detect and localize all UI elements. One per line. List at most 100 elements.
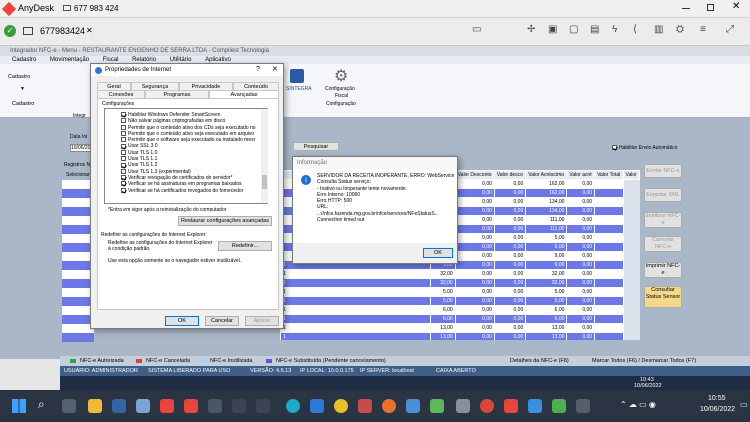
settings-checkbox[interactable] [121,124,126,130]
anydesk-taskbar-icon[interactable] [184,399,198,413]
system-clock-date[interactable]: 10/06/2022 [700,406,735,413]
consultar-status-button[interactable]: Consultar Status Sensor [644,286,682,308]
app-icon[interactable] [456,399,470,413]
record-icon[interactable]: ⟨ [633,24,637,35]
app-icon[interactable] [430,399,444,413]
table-row[interactable]: 1 32,00 0,00 0,00 32,00 0,00 [280,269,640,279]
detalhes-link[interactable]: Detalhes da NFC-e (F8) [510,356,569,366]
info-ok-button[interactable]: OK [423,248,453,258]
menu-item[interactable]: Movimentação [50,57,89,63]
anydesk-taskbar-icon[interactable] [160,399,174,413]
menu-icon[interactable]: ≡ [700,24,706,35]
monitor-select-icon[interactable]: ▢ [569,24,578,35]
app-icon[interactable] [406,399,420,413]
cancel-button[interactable]: Cancelar [205,316,239,326]
search-app-icon[interactable] [232,399,246,413]
help-icon[interactable]: ? [256,64,260,76]
settings-checkbox[interactable] [121,149,126,155]
settings-checkbox[interactable] [121,137,126,143]
fullscreen-icon[interactable]: ⤢ [726,24,734,35]
app-icon[interactable] [552,399,566,413]
cadastro-button[interactable]: Cadastro [8,74,30,80]
chrome-icon[interactable] [334,399,348,413]
grid-header-cell[interactable]: Valor Desconto [454,170,495,180]
config-fiscal-line1[interactable]: Configuração [325,86,355,92]
close-icon[interactable]: ✕ [732,1,740,12]
minimize-icon[interactable] [682,8,690,9]
display-icon[interactable]: ▣ [548,24,557,35]
grid-header-cell[interactable]: Valor desco [493,170,527,180]
settings-checkbox[interactable] [121,131,126,137]
app-icon[interactable] [112,399,126,413]
grid-header-cell[interactable]: Valor acré [566,170,596,180]
app-icon[interactable] [576,399,590,413]
session-tab-label[interactable]: 677983424 [40,26,85,36]
table-row[interactable]: 1 13,00 0,00 0,00 13,00 0,00 [280,323,640,333]
firefox-icon[interactable] [382,399,396,413]
app-icon[interactable] [504,399,518,413]
edge-icon[interactable] [286,399,300,413]
redefinir-button[interactable]: Redefinir... [218,241,272,251]
habilitar-envio-checkbox[interactable]: Habilitar Envio Automático [612,145,677,151]
search-icon[interactable]: ⌕ [38,397,45,412]
app-icon[interactable] [310,399,324,413]
settings-checkbox[interactable] [121,118,126,124]
session-close-icon[interactable]: ✕ [86,26,93,35]
transfer-icon[interactable]: ▤ [590,24,599,35]
selecionar-label[interactable]: Selecionar [66,172,90,178]
pin-icon[interactable]: ✢ [527,24,535,35]
inutilizar-nfce-button[interactable]: Inutilizar NFC-e [644,212,682,228]
restore-advanced-button[interactable]: Restaurar configurações avançadas [178,216,272,226]
table-row[interactable]: 1 32,00 0,00 0,00 32,00 0,00 [280,278,640,288]
table-row[interactable]: 1 5,00 0,00 0,00 5,00 0,00 [280,296,640,306]
app-icon[interactable] [358,399,372,413]
settings-checkbox[interactable] [121,112,126,118]
table-row[interactable]: 1 5,00 0,00 0,00 5,00 0,00 [280,287,640,297]
start-icon[interactable] [12,399,26,413]
app-icon[interactable] [136,399,150,413]
sintegra-label[interactable]: SINTEGRA [286,86,312,92]
app-icon[interactable] [208,399,222,413]
table-row[interactable]: 1 6,00 0,00 0,00 6,00 0,00 [280,314,640,324]
address-field[interactable] [72,2,184,15]
task-view-icon[interactable] [62,399,76,413]
enviar-nfce-button[interactable]: Enviar NFC-e [644,164,682,178]
system-tray[interactable]: ⌃ ☁ ▭ ◉ [620,400,656,409]
settings-scrollbar[interactable] [261,109,268,203]
notification-icon[interactable]: ▭ [740,400,748,409]
config-fiscal-line2[interactable]: Fiscal [335,93,348,99]
ok-button[interactable]: OK [165,316,199,326]
settings-checkbox[interactable] [121,143,126,149]
grid-header-cell[interactable]: Valor Acréscimo [525,170,568,180]
screenshot-icon[interactable]: ▥ [654,24,663,35]
exportar-xml-button[interactable]: Exportar XML [644,188,682,202]
system-clock-time[interactable]: 10:55 [708,395,726,402]
imprimir-nfce-button[interactable]: Imprimir NFC-e [644,262,682,278]
app-icon[interactable] [528,399,542,413]
settings-checkbox[interactable] [121,187,126,193]
scroll-thumb[interactable] [262,175,267,189]
settings-checkbox[interactable] [121,168,126,174]
settings-item[interactable]: Verificar se há certificados revogados d… [121,188,267,194]
settings-icon[interactable]: ⛭ [676,24,684,35]
app-icon[interactable] [480,399,494,413]
dialog-close-icon[interactable]: ✕ [272,64,278,76]
apply-button[interactable]: Aplicar [245,316,279,326]
settings-checkbox[interactable] [121,156,126,162]
menu-item[interactable]: Cadastro [12,57,36,63]
sintegra-icon[interactable] [290,69,304,83]
marcar-todos-link[interactable]: Marcar Todos (F6) / Desmarcar Todos (F7) [592,356,696,366]
settings-checkbox[interactable] [121,175,126,181]
table-row[interactable]: 1 6,00 0,00 0,00 6,00 0,00 [280,305,640,315]
table-row[interactable]: 1 13,00 0,00 0,00 13,00 0,00 [280,332,640,340]
cancelar-nfce-button[interactable]: Cancelar NFC-e [644,236,682,252]
settings-checkbox[interactable] [121,181,126,187]
settings-checkbox[interactable] [121,162,126,168]
grid-header-cell[interactable]: Valor Total [594,170,624,180]
integr-tab[interactable]: Integr [73,113,86,119]
chat-icon[interactable]: ▭ [472,24,481,35]
power-icon[interactable]: ϟ [612,24,617,35]
grid-header-cell[interactable]: Valor [622,170,640,180]
maximize-icon[interactable] [707,4,714,11]
settings-icon[interactable] [256,399,270,413]
